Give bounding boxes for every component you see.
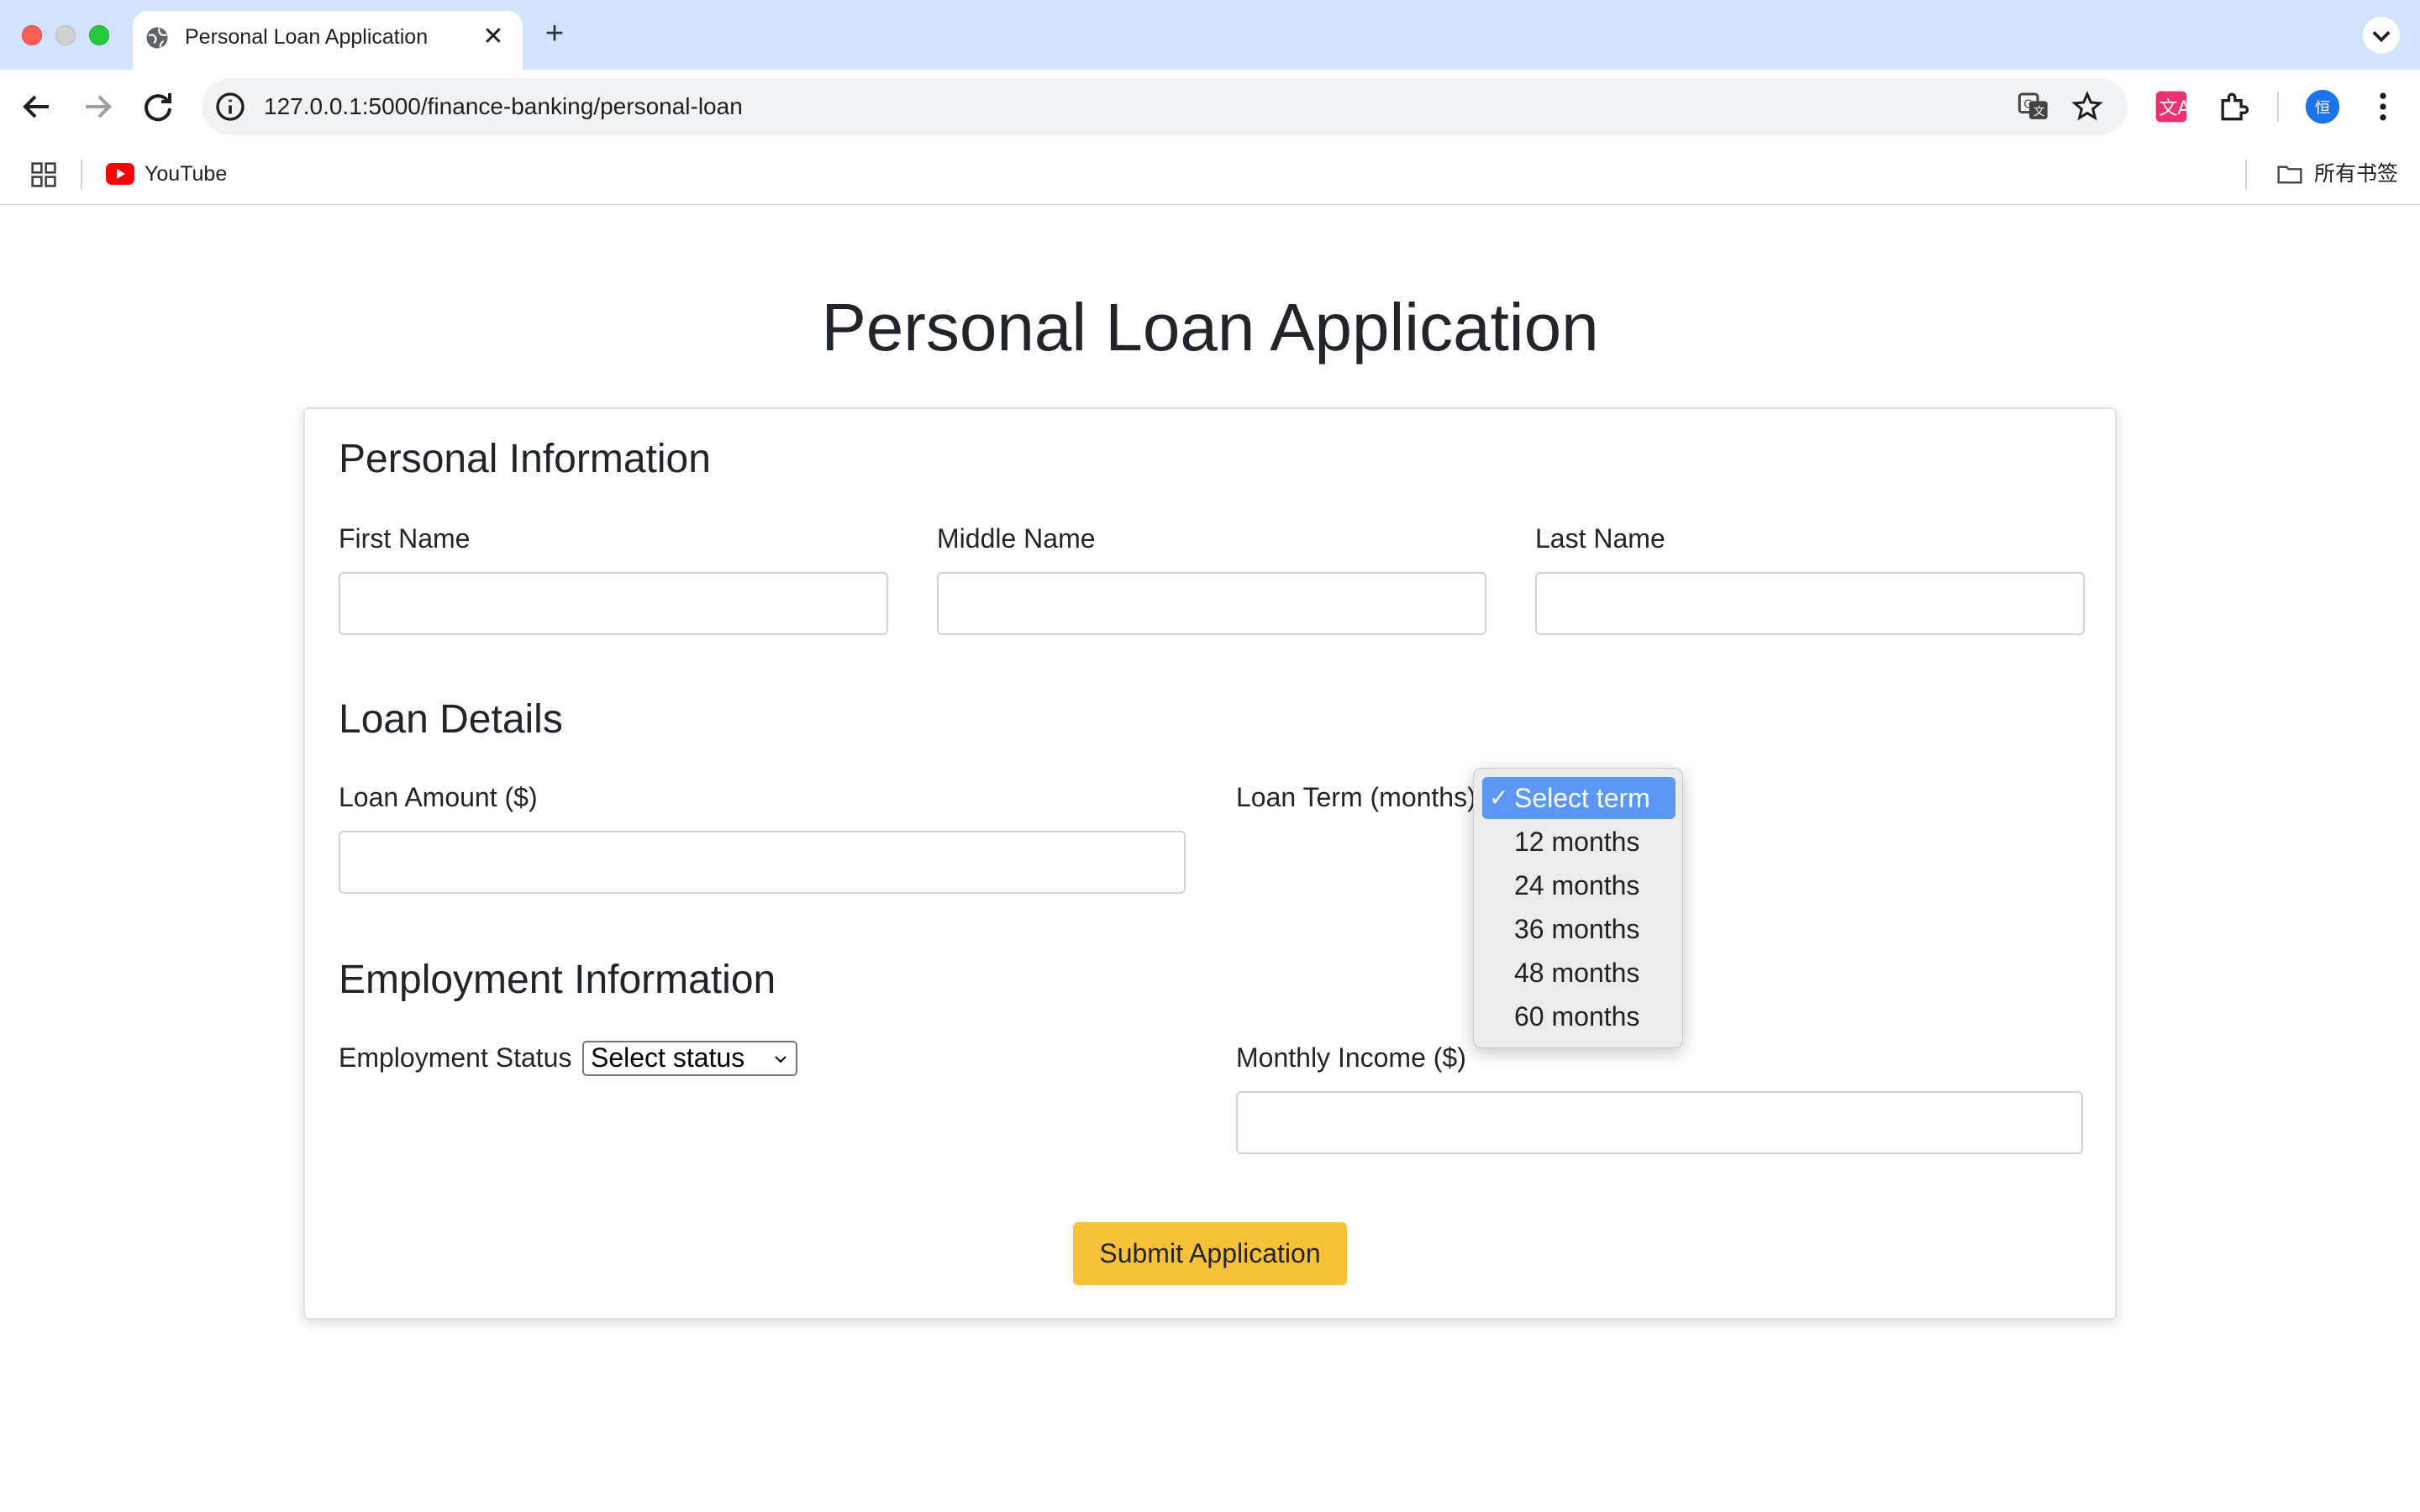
loan-amount-input[interactable] xyxy=(339,831,1186,894)
loan-term-option-selected[interactable]: ✓ Select term xyxy=(1482,777,1676,819)
window-zoom-button[interactable] xyxy=(89,25,109,45)
bookmarks-bar: YouTube 所有书签 xyxy=(0,144,2420,205)
profile-avatar-icon[interactable]: 恒 xyxy=(2304,88,2341,125)
reload-icon xyxy=(145,93,171,122)
tab-title: Personal Loan Application xyxy=(185,25,429,49)
extensions-puzzle-icon[interactable] xyxy=(2215,88,2252,125)
globe-icon xyxy=(146,27,168,49)
option-label: 48 months xyxy=(1514,958,1640,988)
svg-text:G: G xyxy=(2023,99,2032,112)
star-icon[interactable] xyxy=(2070,90,2104,123)
all-bookmarks-button[interactable]: 所有书签 xyxy=(2314,160,2398,188)
svg-text:文: 文 xyxy=(2033,105,2044,118)
loan-term-option[interactable]: 60 months xyxy=(1482,995,1676,1037)
url-text[interactable]: 127.0.0.1:5000/finance-banking/personal-… xyxy=(264,92,743,122)
more-menu-icon[interactable] xyxy=(2365,88,2402,125)
loan-term-option[interactable]: 48 months xyxy=(1482,952,1676,994)
last-name-label: Last Name xyxy=(1535,523,1665,554)
section-heading-loan: Loan Details xyxy=(339,697,563,742)
middle-name-input[interactable] xyxy=(937,572,1486,635)
arrow-right-icon xyxy=(86,95,112,118)
browser-toolbar: 127.0.0.1:5000/finance-banking/personal-… xyxy=(0,70,2420,144)
window-minimize-button[interactable] xyxy=(55,25,76,45)
bookmarks-divider-right xyxy=(2245,160,2247,190)
arrow-left-icon xyxy=(23,95,49,118)
section-heading-employment: Employment Information xyxy=(339,958,776,1002)
submit-application-button[interactable]: Submit Application xyxy=(1073,1222,1347,1285)
monthly-income-input[interactable] xyxy=(1236,1091,2083,1154)
site-info-icon[interactable] xyxy=(213,90,247,123)
window-close-button[interactable] xyxy=(22,25,42,45)
browser-tab-strip: Personal Loan Application ✕ + xyxy=(0,0,2420,70)
loan-term-option[interactable]: 12 months xyxy=(1482,821,1676,863)
employment-status-label: Employment Status xyxy=(339,1042,572,1073)
first-name-input[interactable] xyxy=(339,572,888,635)
section-heading-personal: Personal Information xyxy=(339,437,711,481)
middle-name-label: Middle Name xyxy=(937,523,1096,554)
new-tab-button[interactable]: + xyxy=(539,17,570,50)
chevron-down-icon xyxy=(2372,31,2391,43)
monthly-income-label: Monthly Income ($) xyxy=(1236,1042,1466,1073)
youtube-icon xyxy=(106,163,134,185)
bookmark-youtube[interactable]: YouTube xyxy=(145,160,227,188)
loan-term-option[interactable]: 36 months xyxy=(1482,908,1676,950)
loan-term-option[interactable]: 24 months xyxy=(1482,864,1676,906)
option-label: 36 months xyxy=(1514,914,1640,944)
first-name-label: First Name xyxy=(339,523,471,554)
bookmarks-divider xyxy=(81,160,82,190)
tab-search-button[interactable] xyxy=(2363,17,2400,54)
last-name-input[interactable] xyxy=(1535,572,2085,635)
page-title: Personal Loan Application xyxy=(821,290,1599,365)
option-label: 60 months xyxy=(1514,1001,1640,1032)
back-button[interactable] xyxy=(17,87,57,127)
apps-grid-icon[interactable] xyxy=(30,161,57,188)
loan-term-dropdown-list[interactable]: ✓ Select term 12 months 24 months 36 mon… xyxy=(1473,768,1683,1048)
folder-icon xyxy=(2277,165,2302,184)
reload-button[interactable] xyxy=(138,87,178,127)
address-bar[interactable]: 127.0.0.1:5000/finance-banking/personal-… xyxy=(202,78,2128,135)
employment-status-select[interactable]: Select status xyxy=(582,1041,797,1076)
loan-application-form: Personal Information First Name Middle N… xyxy=(303,407,2117,1320)
chevron-down-icon xyxy=(775,1056,786,1063)
translator-extension-icon[interactable]: 文A xyxy=(2153,88,2190,125)
employment-status-value: Select status xyxy=(591,1042,745,1073)
browser-tab-active[interactable]: Personal Loan Application ✕ xyxy=(133,11,523,70)
option-label: 12 months xyxy=(1514,827,1640,857)
loan-amount-label: Loan Amount ($) xyxy=(339,782,538,812)
tab-close-icon[interactable]: ✕ xyxy=(479,23,508,51)
option-label: 24 months xyxy=(1514,870,1640,900)
svg-text:恒: 恒 xyxy=(2315,99,2330,117)
loan-term-label: Loan Term (months) xyxy=(1236,782,1476,812)
checkmark-icon: ✓ xyxy=(1489,785,1509,811)
forward-button[interactable] xyxy=(77,87,118,127)
option-label: Select term xyxy=(1514,783,1650,813)
translate-icon[interactable]: G 文 xyxy=(2017,90,2050,123)
toolbar-divider xyxy=(2277,92,2279,122)
svg-text:文A: 文A xyxy=(2159,98,2190,119)
